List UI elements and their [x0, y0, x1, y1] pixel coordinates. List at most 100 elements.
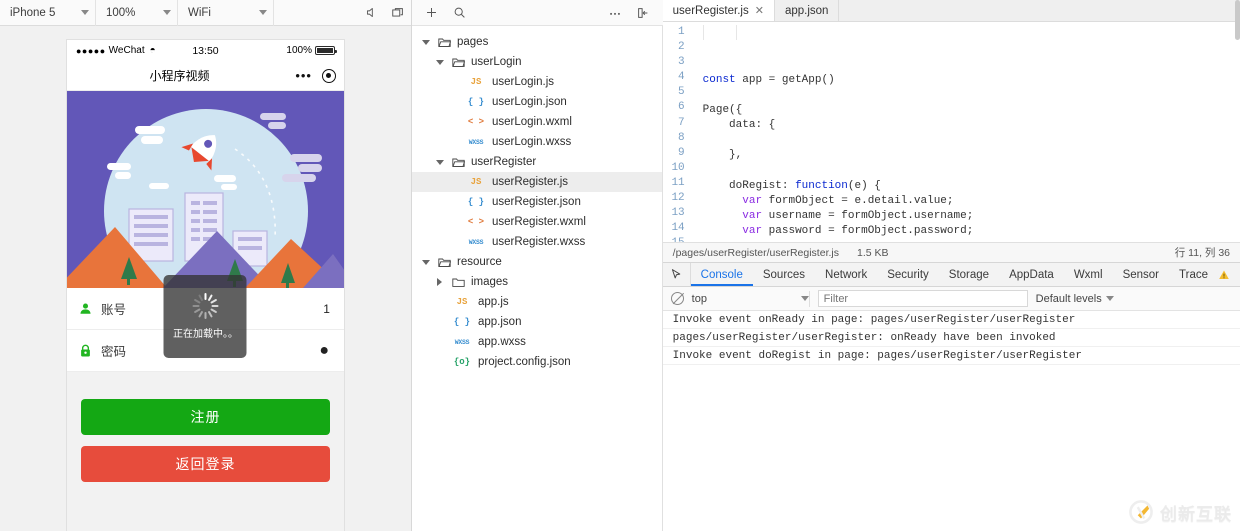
- tree-item-userRegister[interactable]: userRegister: [412, 152, 662, 172]
- tree-item-app-json[interactable]: { } app.json: [412, 312, 662, 332]
- tree-item-label: pages: [456, 36, 489, 48]
- line-number: 12: [671, 192, 685, 205]
- code-content[interactable]: const app = getApp() Page({ data: { }, d…: [689, 22, 1240, 242]
- chevron-right-icon[interactable]: [434, 278, 446, 286]
- code-line[interactable]: [703, 164, 1240, 179]
- devtools-tab-trace[interactable]: Trace: [1169, 263, 1218, 286]
- tree-item-label: userLogin: [470, 56, 522, 68]
- code-line[interactable]: doRegist: function(e) {: [703, 179, 1240, 194]
- simulator-panel: iPhone 5 100% WiFi ●●●●● WeChat ◓ 13:50 …: [0, 0, 412, 531]
- chevron-down-icon[interactable]: [434, 159, 446, 165]
- tree-item-label: images: [470, 276, 509, 288]
- json-file-icon: { }: [453, 317, 471, 327]
- status-bar-left: ●●●●● WeChat ◓: [76, 45, 171, 56]
- tree-item-label: userRegister.json: [491, 196, 581, 208]
- code-line[interactable]: data: {: [703, 118, 1240, 133]
- code-line[interactable]: [703, 88, 1240, 103]
- tree-item-userLogin-wxml[interactable]: < > userLogin.wxml: [412, 112, 662, 132]
- tree-item-userLogin-json[interactable]: { } userLogin.json: [412, 92, 662, 112]
- editor-tab-bar[interactable]: userRegister.js ✕ app.json: [662, 0, 1240, 22]
- editor-tab-label: app.json: [784, 4, 829, 17]
- file-tree[interactable]: pages userLogin JS userLogin.js { } userLogin…: [411, 26, 663, 531]
- devtools-tab-sensor[interactable]: Sensor: [1113, 263, 1169, 286]
- tree-item-label: project.config.json: [477, 356, 571, 368]
- console-output[interactable]: Invoke event onReady in page: pages/user…: [662, 0, 1240, 531]
- collapse-panel-icon[interactable]: [631, 2, 655, 24]
- console-line: Invoke event onReady in page: pages/user…: [662, 311, 1240, 329]
- mute-icon[interactable]: [359, 0, 385, 26]
- lock-icon: [79, 344, 101, 358]
- code-line[interactable]: const app = getApp(): [703, 73, 1240, 88]
- tree-item-userRegister-wxml[interactable]: < > userRegister.wxml: [412, 212, 662, 232]
- warning-triangle-icon[interactable]: [1218, 263, 1240, 286]
- devtools-tab-appdata[interactable]: AppData: [999, 263, 1064, 286]
- search-icon[interactable]: [448, 2, 472, 24]
- tree-item-userRegister-js[interactable]: JS userRegister.js: [411, 172, 662, 192]
- tree-item-resource[interactable]: resource: [412, 252, 662, 272]
- close-icon[interactable]: ✕: [755, 4, 764, 17]
- tree-item-userLogin-wxss[interactable]: WXSS userLogin.wxss: [412, 132, 662, 152]
- line-number: 5: [678, 86, 685, 99]
- devtools-tab-console[interactable]: Console: [691, 263, 753, 286]
- code-line[interactable]: var username = formObject.username;: [703, 209, 1240, 224]
- devtools-tab-sources[interactable]: Sources: [753, 263, 815, 286]
- more-dots-icon[interactable]: [603, 2, 627, 24]
- inspect-element-icon[interactable]: [663, 263, 691, 286]
- chevron-down-icon[interactable]: [420, 259, 432, 265]
- editor-tab-userRegister-js[interactable]: userRegister.js ✕: [662, 0, 775, 21]
- zoom-select-label: 100%: [106, 6, 136, 19]
- screenshot-icon[interactable]: [385, 0, 411, 26]
- code-line[interactable]: var formObject = e.detail.value;: [703, 194, 1240, 209]
- network-select[interactable]: WiFi: [178, 0, 274, 26]
- back-to-login-button[interactable]: 返回登录: [80, 446, 330, 482]
- chevron-down-icon: [800, 296, 809, 301]
- editor-and-devtools: userRegister.js ✕ app.json 1 2 3 4 5 6 7 8 9 10 11 12…: [662, 0, 1240, 531]
- device-select[interactable]: iPhone 5: [0, 0, 96, 26]
- chevron-down-icon[interactable]: [434, 59, 446, 65]
- devtools-tab-network[interactable]: Network: [815, 263, 877, 286]
- battery-percent-label: 100%: [286, 45, 312, 56]
- tree-item-userLogin[interactable]: userLogin: [412, 52, 662, 72]
- tree-item-label: userRegister.js: [491, 176, 569, 188]
- editor-status-bar: /pages/userRegister/userRegister.js 1.5 …: [662, 242, 1240, 262]
- phone-screen[interactable]: ●●●●● WeChat ◓ 13:50 100% 小程序视频 ••• 账号 1…: [66, 40, 344, 531]
- tree-item-label: userRegister.wxml: [491, 216, 586, 228]
- tree-item-project-config-json[interactable]: {o} project.config.json: [412, 352, 662, 372]
- devtools-tab-wxml[interactable]: Wxml: [1064, 263, 1113, 286]
- tree-item-app-js[interactable]: JS app.js: [412, 292, 662, 312]
- line-number: 14: [671, 222, 685, 235]
- tree-item-app-wxss[interactable]: WXSS app.wxss: [412, 332, 662, 352]
- file-explorer-panel: pages userLogin JS userLogin.js { } userLogin…: [411, 0, 663, 531]
- clear-console-icon[interactable]: [670, 292, 684, 305]
- code-editor[interactable]: 1234567891011121314151617181920212223242…: [662, 22, 1240, 242]
- console-context-select[interactable]: top: [692, 290, 810, 307]
- console-filter-input[interactable]: [817, 290, 1028, 307]
- code-line[interactable]: },: [703, 148, 1240, 163]
- code-line[interactable]: [703, 239, 1240, 242]
- console-levels-select[interactable]: Default levels: [1036, 293, 1114, 305]
- code-line[interactable]: Page({: [703, 103, 1240, 118]
- tree-item-userRegister-wxss[interactable]: WXSS userRegister.wxss: [412, 232, 662, 252]
- zoom-select[interactable]: 100%: [96, 0, 178, 26]
- register-button[interactable]: 注册: [80, 399, 330, 435]
- code-line[interactable]: [703, 133, 1240, 148]
- tree-item-label: app.json: [477, 316, 522, 328]
- phone-nav-bar: 小程序视频 •••: [66, 61, 344, 91]
- plus-icon[interactable]: [420, 2, 444, 24]
- devtools-tab-bar[interactable]: Console Sources Network Security Storage AppD…: [662, 262, 1240, 287]
- tree-item-pages[interactable]: pages: [412, 32, 662, 52]
- status-bar-right: 100%: [240, 45, 337, 56]
- signal-dots-icon: ●●●●●: [75, 45, 106, 56]
- tree-item-userRegister-json[interactable]: { } userRegister.json: [412, 192, 662, 212]
- chevron-down-icon[interactable]: [420, 39, 432, 45]
- tree-item-userLogin-js[interactable]: JS userLogin.js: [412, 72, 662, 92]
- devtools-tab-storage[interactable]: Storage: [939, 263, 999, 286]
- tree-item-images[interactable]: images: [412, 272, 662, 292]
- chevron-down-icon: [1105, 296, 1114, 301]
- file-path-label: /pages/userRegister/userRegister.js: [672, 246, 839, 259]
- wxml-file-icon: < >: [467, 117, 485, 127]
- devtools-tab-security[interactable]: Security: [877, 263, 939, 286]
- editor-tab-app-json[interactable]: app.json: [775, 0, 840, 21]
- code-line[interactable]: var password = formObject.password;: [703, 224, 1240, 239]
- tree-item-label: userLogin.json: [491, 96, 567, 108]
